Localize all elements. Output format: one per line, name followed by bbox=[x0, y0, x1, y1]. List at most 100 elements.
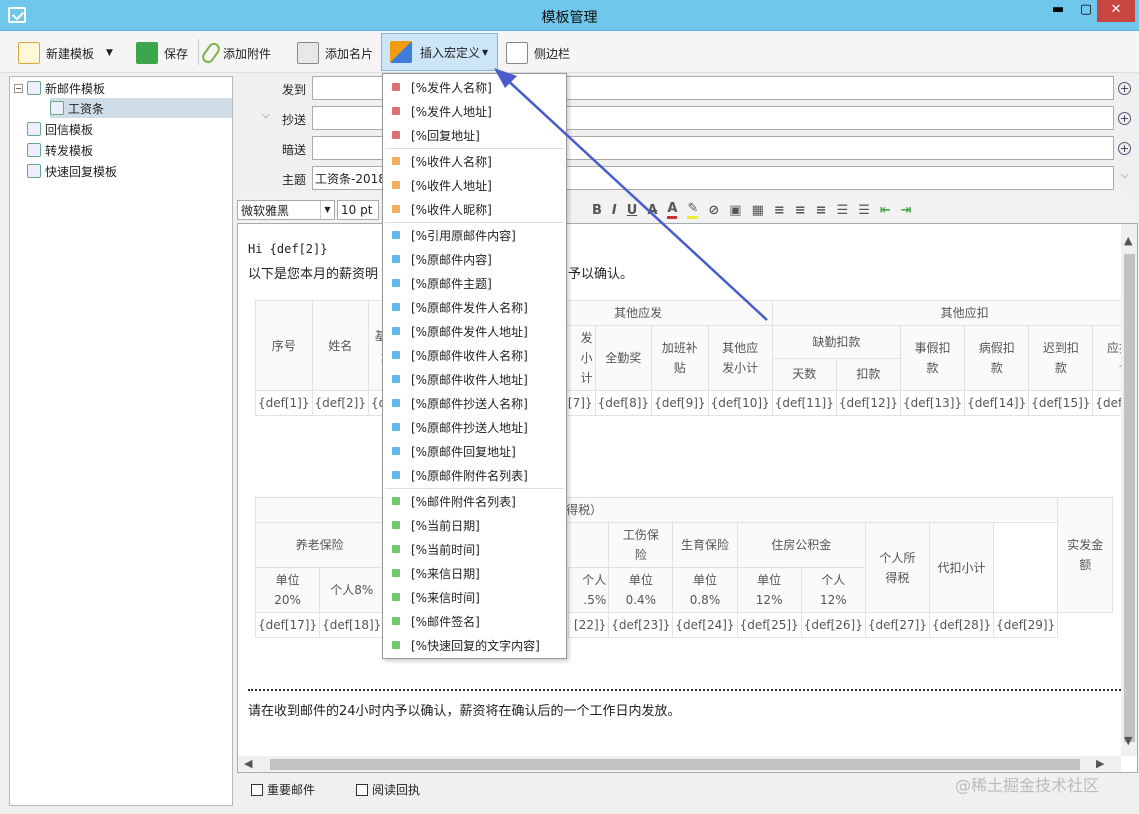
size-select[interactable]: 10 pt bbox=[337, 200, 379, 220]
macro-bullet-icon bbox=[392, 569, 400, 577]
highlight-button[interactable]: ✎ bbox=[687, 201, 699, 219]
macro-menu-item[interactable]: [%收件人昵称] bbox=[383, 197, 566, 221]
add-attachment-label: 添加附件 bbox=[223, 46, 272, 61]
sidebar-label: 侧边栏 bbox=[534, 46, 571, 61]
macro-menu-label: [%原邮件抄送人名称] bbox=[411, 396, 528, 411]
macro-menu-label: [%原邮件回复地址] bbox=[411, 444, 516, 459]
macro-menu-item[interactable]: [%原邮件抄送人名称] bbox=[383, 391, 566, 415]
scroll-down-icon[interactable]: ▼ bbox=[1124, 734, 1132, 747]
format-toolbar: 微软雅黑 ▼ 10 pt B I U A A ✎ ⊘ ▣ ▦ ≡ ≡ ≡ ☰ ☰… bbox=[237, 198, 1135, 222]
table-header: 单位 20% bbox=[254, 567, 321, 613]
subject-dropdown-icon[interactable]: ⌵ bbox=[1121, 170, 1129, 181]
quick-reply-icon bbox=[27, 164, 41, 178]
tree-item-salary[interactable]: 工资条 bbox=[50, 98, 232, 118]
important-checkbox[interactable]: 重要邮件 bbox=[251, 781, 315, 798]
macro-menu-item[interactable]: [%发件人地址] bbox=[383, 99, 566, 123]
macro-menu-item[interactable]: [%回复地址] bbox=[383, 123, 566, 147]
sidebar-toggle-button[interactable]: 侧边栏 bbox=[506, 39, 570, 67]
macro-menu-item[interactable]: [%原邮件回复地址] bbox=[383, 439, 566, 463]
add-cc-icon[interactable]: + bbox=[1118, 112, 1131, 125]
horizontal-scroll-thumb[interactable] bbox=[270, 759, 1080, 770]
align-right-icon[interactable]: ≡ bbox=[816, 203, 827, 218]
macro-menu-item[interactable]: [%快速回复的文字内容] bbox=[383, 633, 566, 657]
read-receipt-checkbox[interactable]: 阅读回执 bbox=[356, 781, 420, 798]
align-left-icon[interactable]: ≡ bbox=[774, 203, 785, 218]
italic-button[interactable]: I bbox=[612, 203, 617, 218]
macro-menu-item[interactable]: [%当前时间] bbox=[383, 537, 566, 561]
table-cell: {def[25]} bbox=[736, 612, 802, 638]
macro-menu-item[interactable]: [%原邮件抄送人地址] bbox=[383, 415, 566, 439]
strikethrough-button[interactable]: A bbox=[647, 203, 657, 218]
macro-menu-item[interactable]: [%原邮件内容] bbox=[383, 247, 566, 271]
macro-menu-label: [%引用原邮件内容] bbox=[411, 228, 516, 243]
checkbox-box[interactable] bbox=[356, 783, 368, 796]
font-select[interactable]: 微软雅黑 ▼ bbox=[237, 200, 335, 220]
add-bcc-icon[interactable]: + bbox=[1118, 142, 1131, 155]
vertical-scrollbar[interactable]: ▲ ▼ bbox=[1121, 224, 1137, 756]
bold-button[interactable]: B bbox=[592, 203, 602, 218]
indent-icon[interactable]: ⇥ bbox=[901, 203, 912, 218]
minimize-button[interactable]: ▬ bbox=[1043, 0, 1073, 22]
macro-bullet-icon bbox=[392, 181, 400, 189]
scroll-left-icon[interactable]: ◀ bbox=[244, 757, 252, 770]
ordered-list-icon[interactable]: ☰ bbox=[837, 203, 849, 218]
table-header: 住房公积金 bbox=[736, 522, 866, 568]
add-recipient-icon[interactable]: + bbox=[1118, 82, 1131, 95]
tree-item-quick-reply[interactable]: 快速回复模板 bbox=[27, 161, 117, 181]
macro-menu-label: [%回复地址] bbox=[411, 128, 480, 143]
horizontal-scrollbar[interactable]: ◀ ▶ bbox=[238, 756, 1121, 772]
new-template-button[interactable]: 新建模板 ▼ bbox=[18, 39, 113, 67]
macro-menu-item[interactable]: [%引用原邮件内容] bbox=[383, 223, 566, 247]
tree-item-reply[interactable]: 回信模板 bbox=[27, 119, 93, 139]
macro-menu-item[interactable]: [%邮件签名] bbox=[383, 609, 566, 633]
table-header: 养老保险 bbox=[254, 522, 385, 568]
macro-menu-item[interactable]: [%原邮件收件人地址] bbox=[383, 367, 566, 391]
macro-bullet-icon bbox=[392, 593, 400, 601]
new-template-icon bbox=[18, 42, 40, 64]
macro-menu-item[interactable]: [%邮件附件名列表] bbox=[383, 489, 566, 513]
outdent-icon[interactable]: ⇤ bbox=[880, 203, 891, 218]
add-card-button[interactable]: 添加名片 bbox=[297, 39, 373, 67]
tree-label: 快速回复模板 bbox=[45, 164, 118, 179]
macro-menu-item[interactable]: [%发件人名称] bbox=[383, 75, 566, 99]
macro-menu-item[interactable]: [%原邮件收件人名称] bbox=[383, 343, 566, 367]
new-template-dropdown-icon[interactable]: ▼ bbox=[106, 48, 113, 58]
close-button[interactable]: ✕ bbox=[1097, 0, 1135, 22]
add-attachment-button[interactable]: 添加附件 bbox=[199, 39, 272, 67]
scroll-right-icon[interactable]: ▶ bbox=[1096, 757, 1104, 770]
insert-image-icon[interactable]: ▣ bbox=[729, 203, 741, 218]
macro-menu-item[interactable]: [%当前日期] bbox=[383, 513, 566, 537]
macro-menu-label: [%原邮件抄送人地址] bbox=[411, 420, 528, 435]
macro-menu-item[interactable]: [%来信时间] bbox=[383, 585, 566, 609]
macro-bullet-icon bbox=[392, 107, 400, 115]
macro-menu-item[interactable]: [%原邮件发件人名称] bbox=[383, 295, 566, 319]
macro-menu-item[interactable]: [%原邮件主题] bbox=[383, 271, 566, 295]
tree-item-new-mail[interactable]: − 新邮件模板 bbox=[14, 78, 105, 98]
reply-icon bbox=[27, 122, 41, 136]
bullet-list-icon[interactable]: ☰ bbox=[858, 203, 870, 218]
greeting-text: Hi {def[2]} bbox=[248, 242, 328, 256]
macro-menu-item[interactable]: [%原邮件附件名列表] bbox=[383, 463, 566, 487]
tree-item-forward[interactable]: 转发模板 bbox=[27, 140, 93, 160]
save-button[interactable]: 保存 bbox=[136, 39, 188, 67]
underline-button[interactable]: U bbox=[627, 203, 638, 218]
clear-format-icon[interactable]: ⊘ bbox=[708, 203, 719, 218]
table-cell: {def[27]} bbox=[864, 612, 930, 638]
macro-bullet-icon bbox=[392, 545, 400, 553]
vertical-scroll-thumb[interactable] bbox=[1124, 254, 1135, 742]
align-center-icon[interactable]: ≡ bbox=[795, 203, 806, 218]
expand-cc-icon[interactable]: ⌵ bbox=[262, 110, 270, 121]
message-editor[interactable]: Hi {def[2]} 以下是您本月的薪资明 予以确认。 序号 姓名 基本资 其… bbox=[237, 223, 1138, 773]
font-color-button[interactable]: A bbox=[667, 201, 678, 219]
macro-menu-label: [%收件人地址] bbox=[411, 178, 492, 193]
macro-menu-item[interactable]: [%收件人地址] bbox=[383, 173, 566, 197]
scroll-up-icon[interactable]: ▲ bbox=[1124, 234, 1132, 247]
insert-macro-button[interactable]: 插入宏定义 ▼ bbox=[381, 33, 498, 71]
macro-menu-item[interactable]: [%收件人名称] bbox=[383, 149, 566, 173]
checkbox-box[interactable] bbox=[251, 783, 263, 796]
tree-label: 转发模板 bbox=[45, 143, 94, 158]
macro-menu-item[interactable]: [%来信日期] bbox=[383, 561, 566, 585]
insert-table-icon[interactable]: ▦ bbox=[752, 203, 764, 218]
collapse-icon[interactable]: − bbox=[14, 83, 23, 93]
macro-menu-item[interactable]: [%原邮件发件人地址] bbox=[383, 319, 566, 343]
